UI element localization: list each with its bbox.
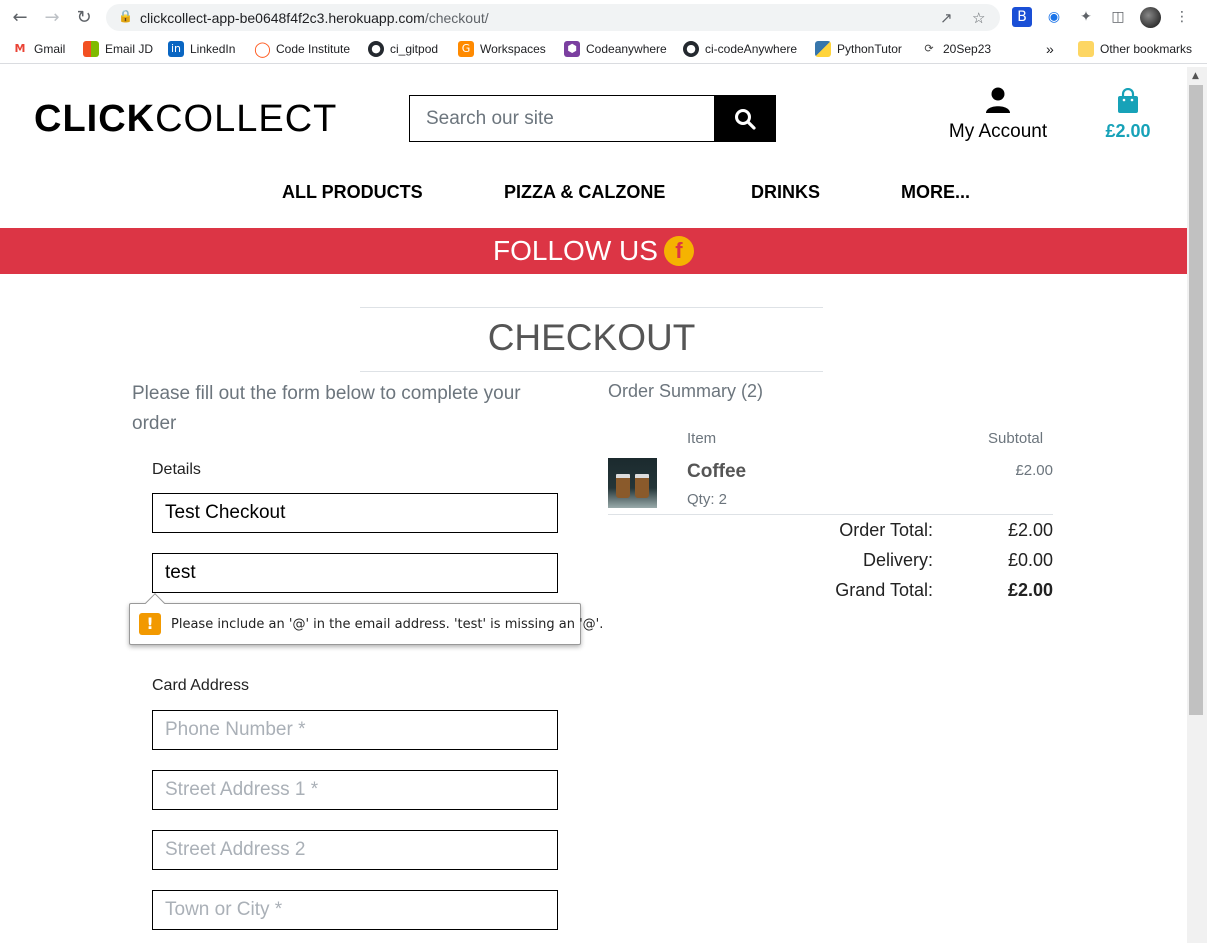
bookmark-20sep23[interactable]: ⟳ 20Sep23 <box>921 40 991 58</box>
forward-icon[interactable]: → <box>40 6 64 30</box>
order-total-label: Order Total: <box>839 520 933 540</box>
product-quantity: Qty: 2 <box>687 491 728 508</box>
gitpod-icon: G <box>458 41 474 57</box>
page-title: CHECKOUT <box>487 317 696 358</box>
grand-total-label: Grand Total: <box>835 580 933 600</box>
bookmark-pythontutor[interactable]: PythonTutor <box>815 40 902 58</box>
lock-icon: 🔒 <box>118 9 133 23</box>
town-city-field[interactable]: Town or City * <box>152 890 558 930</box>
delivery-label: Delivery: <box>862 550 933 570</box>
order-total-value: £2.00 <box>1007 520 1053 540</box>
menu-kebab-icon[interactable]: ⋮ <box>1172 7 1192 27</box>
back-icon[interactable]: ← <box>8 6 32 30</box>
folder-icon <box>1078 41 1094 57</box>
street-address-2-field[interactable]: Street Address 2 <box>152 830 558 870</box>
email-field[interactable]: test <box>152 553 558 593</box>
search-icon <box>734 108 756 130</box>
nav-pizza-calzone[interactable]: PIZZA & CALZONE <box>504 182 665 203</box>
nav-more[interactable]: MORE... <box>901 182 970 203</box>
reload-icon[interactable]: ↻ <box>72 6 96 30</box>
follow-us-banner: FOLLOW US f <box>0 228 1187 274</box>
my-account-label: My Account <box>948 121 1048 142</box>
extension-icon[interactable]: ◉ <box>1044 7 1064 27</box>
full-name-field[interactable]: Test Checkout <box>152 493 558 533</box>
bookmark-linkedin[interactable]: in LinkedIn <box>168 40 235 58</box>
page-scrollbar[interactable]: ▲ <box>1187 67 1207 943</box>
search-button[interactable] <box>714 96 775 141</box>
coffee-cup-shape <box>616 474 630 498</box>
grand-total-value: £2.00 <box>1007 580 1053 600</box>
bookmark-ci-gitpod[interactable]: ● ci_gitpod <box>368 40 438 58</box>
details-legend: Details <box>152 461 201 478</box>
gmail-icon: M <box>12 41 28 57</box>
shopping-bag-link[interactable]: £2.00 <box>1098 87 1158 142</box>
shopping-bag-icon <box>1118 87 1138 113</box>
product-subtotal: £2.00 <box>1015 462 1053 479</box>
scroll-up-icon[interactable]: ▲ <box>1192 71 1199 81</box>
nav-drinks[interactable]: DRINKS <box>751 182 820 203</box>
share-icon[interactable]: ↗ <box>940 9 953 27</box>
nav-all-products[interactable]: ALL PRODUCTS <box>282 182 423 203</box>
side-panel-icon[interactable]: ◫ <box>1108 7 1128 27</box>
follow-us-text: FOLLOW US <box>493 235 658 266</box>
bookmarks-overflow-button[interactable]: » <box>1046 40 1054 58</box>
title-divider-top <box>360 307 823 308</box>
site-logo[interactable]: CLICKCOLLECT <box>34 98 337 141</box>
url-text: clickcollect-app-be0648f4f2c3.herokuapp.… <box>140 10 489 26</box>
delivery-value: £0.00 <box>1007 550 1053 570</box>
bag-total: £2.00 <box>1105 121 1151 141</box>
linkedin-icon: in <box>168 41 184 57</box>
page-content: CLICKCOLLECT Search our site My Account … <box>0 68 1187 943</box>
other-bookmarks-folder[interactable]: Other bookmarks <box>1078 40 1192 58</box>
spinner-icon: ⟳ <box>921 41 937 57</box>
main-nav: ALL PRODUCTS PIZZA & CALZONE DRINKS MORE… <box>0 182 1187 206</box>
coffee-product-image[interactable] <box>608 458 657 508</box>
bookmark-codeanywhere[interactable]: ⬢ Codeanywhere <box>564 40 667 58</box>
warning-icon: ! <box>139 613 161 635</box>
bookmark-email-jd[interactable]: Email JD <box>83 40 153 58</box>
card-address-legend: Card Address <box>152 677 249 694</box>
phone-number-field[interactable]: Phone Number * <box>152 710 558 750</box>
microsoft-icon <box>83 41 99 57</box>
validation-tooltip: ! Please include an '@' in the email add… <box>129 593 603 645</box>
puzzle-extensions-icon[interactable]: ✦ <box>1076 7 1096 27</box>
search-input[interactable]: Search our site <box>410 96 714 141</box>
user-icon <box>986 87 1010 113</box>
bookmark-ci-codeanywhere[interactable]: ● ci-codeAnywhere <box>683 40 797 58</box>
bookmark-star-icon[interactable]: ☆ <box>972 9 985 27</box>
item-column-header: Item <box>687 430 717 447</box>
subtotal-column-header: Subtotal <box>988 430 1044 447</box>
tooltip-pointer <box>145 593 165 613</box>
my-account-link[interactable]: My Account <box>940 86 1056 143</box>
github-icon: ● <box>683 41 699 57</box>
bitwarden-extension-icon[interactable]: B <box>1012 7 1032 27</box>
coffee-cup-shape <box>635 474 649 498</box>
validation-message: Please include an '@' in the email addre… <box>171 617 604 632</box>
checkout-intro: Please fill out the form below to comple… <box>132 383 521 434</box>
street-address-1-field[interactable]: Street Address 1 * <box>152 770 558 810</box>
bookmarks-bar: M Gmail Email JD in LinkedIn ◯ Code Institu… <box>0 35 1207 64</box>
summary-divider <box>608 514 1053 515</box>
scrollbar-thumb[interactable] <box>1189 85 1203 715</box>
python-icon <box>815 41 831 57</box>
order-summary-heading: Order Summary (2) <box>608 381 764 401</box>
code-institute-icon: ◯ <box>254 40 271 58</box>
browser-toolbar: ← → ↻ 🔒 clickcollect-app-be0648f4f2c3.he… <box>0 0 1207 35</box>
facebook-icon[interactable]: f <box>663 236 694 266</box>
title-divider-bottom <box>360 371 823 372</box>
profile-avatar[interactable] <box>1140 7 1161 28</box>
bookmark-workspaces[interactable]: G Workspaces <box>458 40 546 58</box>
bookmark-gmail[interactable]: M Gmail <box>12 40 65 58</box>
address-bar[interactable]: 🔒 clickcollect-app-be0648f4f2c3.herokuap… <box>106 4 1000 31</box>
site-search: Search our site <box>409 95 776 142</box>
bookmark-code-institute[interactable]: ◯ Code Institute <box>254 40 350 58</box>
codeanywhere-icon: ⬢ <box>564 41 580 57</box>
github-icon: ● <box>368 41 384 57</box>
product-name: Coffee <box>687 461 747 482</box>
